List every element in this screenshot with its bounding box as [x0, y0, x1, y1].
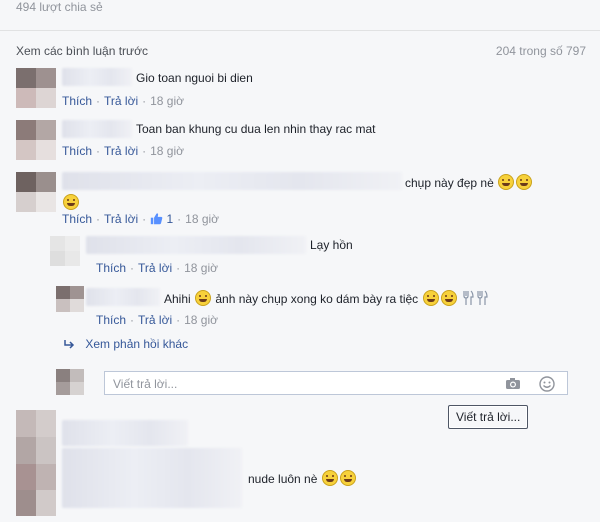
view-previous-comments-link[interactable]: Xem các bình luận trước [16, 44, 148, 58]
avatar[interactable] [16, 464, 56, 516]
reply-input[interactable]: Viết trả lời... [104, 371, 568, 395]
more-replies-link[interactable]: Xem phản hồi khác [85, 337, 188, 351]
more-replies-row[interactable]: Xem phản hồi khác [64, 337, 188, 351]
laughing-emoji-icon [498, 174, 515, 190]
comment-actions: Thích · Trả lời · 18 giờ [62, 94, 184, 108]
camera-icon[interactable] [505, 377, 521, 390]
reply-link[interactable]: Trả lời [104, 94, 138, 108]
reply-actions: Thích · Trả lời · 18 giờ [96, 261, 218, 275]
like-link[interactable]: Thích [62, 144, 92, 158]
fork-knife-icon [463, 290, 474, 305]
commenter-name[interactable] [62, 420, 188, 446]
laughing-emoji-icon [339, 470, 356, 486]
like-link[interactable]: Thích [96, 261, 126, 275]
avatar[interactable] [16, 172, 56, 212]
timestamp[interactable]: 18 giờ [184, 261, 218, 275]
comment-text: Gio toan nguoi bi dien [136, 71, 253, 85]
comment-text: nude luôn nè [248, 472, 318, 486]
reply-link[interactable]: Trả lời [104, 144, 138, 158]
timestamp[interactable]: 18 giờ [150, 94, 184, 108]
timestamp[interactable]: 18 giờ [185, 212, 219, 226]
laughing-emoji-icon [321, 470, 338, 486]
reply-link[interactable]: Trả lời [104, 212, 138, 226]
emoji-picker-icon[interactable] [539, 376, 555, 392]
commenter-name[interactable] [62, 68, 132, 86]
avatar[interactable] [16, 410, 56, 464]
avatar[interactable] [50, 236, 80, 266]
comment-text-row: chụp này đẹp nè [405, 174, 533, 190]
like-link[interactable]: Thích [62, 94, 92, 108]
reply-text-row: Ahihi ảnh này chụp xong ko dám bày ra ti… [164, 290, 489, 306]
timestamp[interactable]: 18 giờ [150, 144, 184, 158]
laughing-emoji-icon [422, 290, 439, 306]
reply-text: Lạy hồn [310, 238, 353, 252]
reply-link[interactable]: Trả lời [138, 261, 172, 275]
share-count: 494 lượt chia sẻ [16, 0, 103, 14]
commenter-name[interactable] [62, 172, 402, 190]
like-link[interactable]: Thích [62, 212, 92, 226]
like-link[interactable]: Thích [96, 313, 126, 327]
reply-text: Ahihi [164, 292, 191, 306]
laughing-emoji-icon [516, 174, 533, 190]
reply-placeholder: Viết trả lời... [113, 377, 178, 391]
laughing-emoji-icon [440, 290, 457, 306]
reply-arrow-icon [64, 340, 75, 349]
comment-actions: Thích · Trả lời · 18 giờ [62, 144, 184, 158]
comment-text-row: nude luôn nè [248, 470, 357, 486]
comment-actions: Thích · Trả lời · 1 · 18 giờ [62, 212, 220, 226]
timestamp[interactable]: 18 giờ [184, 313, 218, 327]
commenter-name[interactable] [62, 120, 132, 138]
fork-knife-icon [477, 290, 488, 305]
write-reply-button[interactable]: Viết trả lời... [448, 405, 529, 429]
commenter-name[interactable] [86, 236, 306, 254]
laughing-emoji-icon [63, 194, 79, 210]
reply-actions: Thích · Trả lời · 18 giờ [96, 313, 218, 327]
reply-link[interactable]: Trả lời [138, 313, 172, 327]
avatar [56, 369, 84, 395]
avatar[interactable] [16, 68, 56, 108]
divider [0, 30, 600, 31]
thumbs-up-icon [150, 213, 163, 225]
comment-emoji-row [62, 194, 80, 210]
reply-text: ảnh này chụp xong ko dám bày ra tiệc [215, 292, 419, 306]
like-count[interactable]: 1 [150, 212, 173, 226]
avatar[interactable] [56, 286, 84, 312]
commenter-name[interactable] [62, 448, 242, 508]
avatar[interactable] [16, 120, 56, 160]
comment-counter: 204 trong số 797 [495, 44, 586, 58]
commenter-name[interactable] [86, 288, 160, 306]
comment-text: chụp này đẹp nè [405, 176, 494, 190]
laughing-emoji-icon [195, 290, 212, 306]
comment-text: Toan ban khung cu dua len nhin thay rac … [136, 122, 376, 136]
